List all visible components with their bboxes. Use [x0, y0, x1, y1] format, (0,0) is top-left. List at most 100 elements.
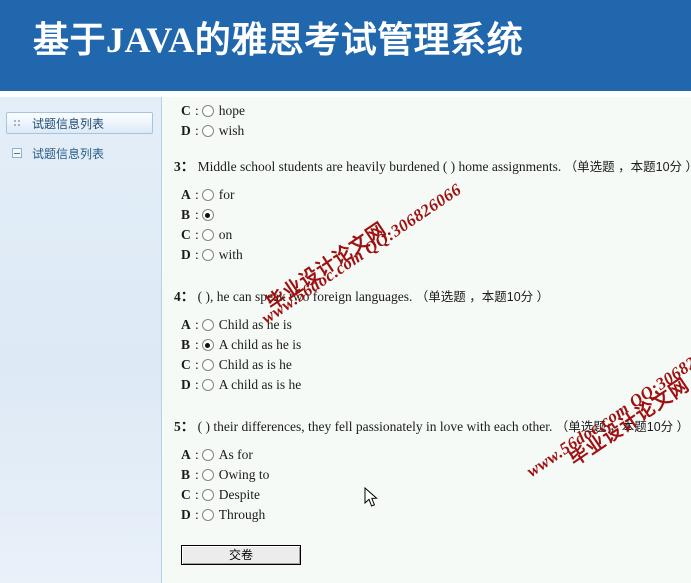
radio-button[interactable]: [201, 509, 214, 521]
radio-button[interactable]: [201, 379, 214, 391]
option-row[interactable]: D: wish: [163, 121, 245, 141]
option-row[interactable]: A: for: [163, 185, 691, 205]
option-row[interactable]: D: A child as is he: [163, 375, 549, 395]
question-stem: 4： ( ), he can speak two foreign languag…: [163, 285, 549, 305]
grip-dots-icon: [11, 116, 23, 130]
option-letter: D: [181, 247, 191, 262]
option-row[interactable]: C: Child as is he: [163, 355, 549, 375]
radio-button[interactable]: [201, 105, 214, 117]
option-label: Despite: [218, 487, 261, 502]
option-label: As for: [218, 447, 253, 462]
radio-button[interactable]: [201, 189, 214, 201]
option-letter: D: [181, 507, 191, 522]
option-letter: C: [181, 487, 191, 502]
option-row[interactable]: C: Despite: [163, 485, 689, 505]
option-group: A: for B: C: on D: with: [163, 185, 691, 265]
radio-button-selected[interactable]: [201, 339, 214, 351]
option-row[interactable]: A: As for: [163, 445, 689, 465]
option-colon: :: [195, 357, 199, 372]
question-number: 4：: [174, 289, 195, 304]
question-text: Middle school students are heavily burde…: [197, 159, 562, 174]
sidebar-item-question-list[interactable]: 试题信息列表: [12, 143, 152, 163]
option-colon: :: [195, 447, 199, 462]
option-group: C: hope D: wish: [163, 101, 245, 141]
option-label: Through: [218, 507, 266, 522]
page-title: 基于JAVA的雅思考试管理系统: [33, 20, 524, 60]
radio-button[interactable]: [201, 319, 214, 331]
question-stem: 5： ( ) their differences, they fell pass…: [163, 415, 689, 435]
option-letter: C: [181, 357, 191, 372]
submit-exam-button[interactable]: 交卷: [181, 545, 301, 565]
option-letter: A: [181, 187, 191, 202]
option-colon: :: [195, 247, 199, 262]
option-colon: :: [195, 317, 199, 332]
question-block: 3： Middle school students are heavily bu…: [163, 155, 691, 265]
option-colon: :: [195, 187, 199, 202]
question-text: ( ) their differences, they fell passion…: [197, 419, 553, 434]
sidebar-panel-header-label: 试题信息列表: [32, 116, 105, 131]
option-row[interactable]: B: A child as he is: [163, 335, 549, 355]
option-label: A child as he is: [218, 337, 302, 352]
option-letter: B: [181, 207, 191, 222]
option-label: on: [218, 227, 233, 242]
option-colon: :: [195, 227, 199, 242]
option-colon: :: [195, 507, 199, 522]
option-label: hope: [218, 103, 246, 118]
option-group: A: As for B: Owing to C: Despite D: Thr…: [163, 445, 689, 525]
option-colon: :: [195, 467, 199, 482]
quiz-content: C: hope D: wish 3： Middle school student…: [163, 97, 691, 583]
option-label: A child as is he: [218, 377, 302, 392]
option-label: for: [218, 187, 235, 202]
sidebar-item-label: 试题信息列表: [32, 146, 105, 161]
question-stem: 3： Middle school students are heavily bu…: [163, 155, 691, 175]
option-letter: C: [181, 227, 191, 242]
option-row[interactable]: B: Owing to: [163, 465, 689, 485]
question-number: 5：: [174, 419, 195, 434]
question-block-partial: C: hope D: wish: [163, 97, 245, 141]
option-row[interactable]: D: Through: [163, 505, 689, 525]
option-letter: B: [181, 337, 191, 352]
option-colon: :: [195, 487, 199, 502]
option-row[interactable]: A: Child as he is: [163, 315, 549, 335]
question-text: ( ), he can speak two foreign languages.: [197, 289, 413, 304]
radio-button[interactable]: [201, 359, 214, 371]
option-letter: D: [181, 377, 191, 392]
radio-button[interactable]: [201, 229, 214, 241]
option-label: with: [218, 247, 243, 262]
option-label: Owing to: [218, 467, 270, 482]
option-letter: A: [181, 447, 191, 462]
body-area: 试题信息列表 试题信息列表 C: hope D: wish 3： Middle…: [0, 97, 691, 583]
question-block: 4： ( ), he can speak two foreign languag…: [163, 285, 549, 395]
option-row[interactable]: B:: [163, 205, 691, 225]
option-letter: A: [181, 317, 191, 332]
radio-button[interactable]: [201, 489, 214, 501]
option-group: A: Child as he is B: A child as he is C:: [163, 315, 549, 395]
radio-button-selected[interactable]: [201, 209, 214, 221]
option-colon: :: [195, 103, 199, 118]
submit-area: 交卷: [181, 545, 301, 565]
question-meta: （单选题 ，本题10分 ）: [415, 290, 550, 304]
question-meta: （单选题 ，本题10分 ）: [564, 160, 691, 174]
radio-button[interactable]: [201, 249, 214, 261]
option-label: wish: [218, 123, 245, 138]
radio-button[interactable]: [201, 125, 214, 137]
option-row[interactable]: D: with: [163, 245, 691, 265]
option-label: Child as he is: [218, 317, 292, 332]
option-row[interactable]: C: on: [163, 225, 691, 245]
question-number: 3：: [174, 159, 195, 174]
option-row[interactable]: C: hope: [163, 101, 245, 121]
tree-collapse-icon[interactable]: [12, 148, 22, 158]
sidebar-panel-header-question-list[interactable]: 试题信息列表: [6, 112, 153, 134]
exam-page: 基于JAVA的雅思考试管理系统 试题信息列表 试题信息列表 C: hope D…: [0, 0, 691, 583]
question-meta: （单选题 ，本题10分 ）: [555, 420, 690, 434]
question-block: 5： ( ) their differences, they fell pass…: [163, 415, 689, 525]
option-colon: :: [195, 377, 199, 392]
option-colon: :: [195, 123, 199, 138]
page-banner: 基于JAVA的雅思考试管理系统: [0, 0, 691, 91]
option-colon: :: [195, 207, 199, 222]
option-label: Child as is he: [218, 357, 292, 372]
radio-button[interactable]: [201, 469, 214, 481]
radio-button[interactable]: [201, 449, 214, 461]
option-letter: B: [181, 467, 191, 482]
option-colon: :: [195, 337, 199, 352]
